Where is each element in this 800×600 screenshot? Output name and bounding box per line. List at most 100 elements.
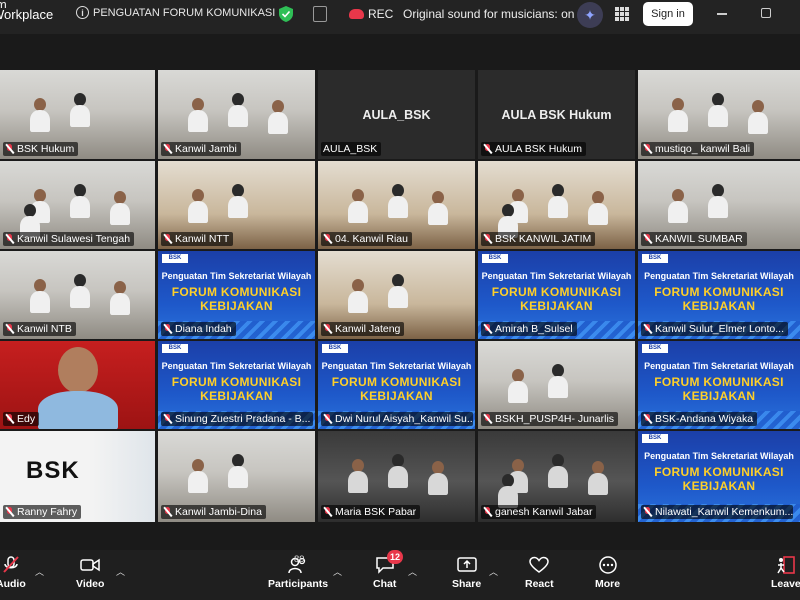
tile-center-name: AULA BSK Hukum: [501, 108, 612, 122]
person-body: [188, 471, 208, 493]
restore-icon[interactable]: [761, 8, 771, 18]
participant-tile[interactable]: AULA BSK Hukum AULA BSK Hukum: [478, 70, 635, 159]
banner-line1: Penguatan Tim Sekretariat Wilayah: [321, 361, 472, 371]
participant-tile[interactable]: Kanwil NTB: [0, 251, 155, 339]
participant-tile[interactable]: Kanwil Jateng: [318, 251, 475, 339]
participant-tile[interactable]: Kanwil Jambi-Dina: [158, 431, 315, 522]
video-options-caret[interactable]: ︿: [116, 565, 125, 578]
react-button[interactable]: React: [525, 556, 554, 590]
person-body: [548, 466, 568, 488]
banner-line2: FORUM KOMUNIKASI KEBIJAKAN: [171, 285, 302, 313]
share-screen-icon: [456, 557, 477, 572]
participant-tile[interactable]: ganesh Kanwil Jabar: [478, 431, 635, 522]
original-sound-status[interactable]: Original sound for musicians: on: [403, 7, 574, 21]
participant-tile[interactable]: Maria BSK Pabar: [318, 431, 475, 522]
person-body: [70, 286, 90, 308]
participant-tile[interactable]: Kanwil NTT: [158, 161, 315, 249]
participant-name-label: BSK KANWIL JATIM: [481, 232, 596, 246]
participant-name-label: Kanwil Jateng: [321, 322, 405, 336]
sign-in-button[interactable]: Sign in: [643, 2, 693, 26]
banner-line2: FORUM KOMUNIKASI KEBIJAKAN: [171, 375, 302, 403]
participant-tile[interactable]: BSK Hukum: [0, 70, 155, 159]
person-body: [348, 291, 368, 313]
audio-button[interactable]: Audio: [0, 556, 26, 590]
mic-muted-icon: [483, 507, 492, 517]
chat-unread-badge: 12: [387, 550, 404, 564]
participant-name-label: Maria BSK Pabar: [321, 505, 421, 519]
ai-companion-button[interactable]: ✦: [577, 2, 603, 28]
camera-icon: [80, 558, 100, 572]
mic-muted-icon: [5, 144, 14, 154]
participant-tile[interactable]: BSK Penguatan Tim Sekretariat Wilayah FORU…: [638, 431, 800, 522]
minimize-icon[interactable]: [717, 13, 727, 15]
participant-tile[interactable]: BSK Penguatan Tim Sekretariat Wilayah FORU…: [638, 341, 800, 429]
more-button[interactable]: More: [595, 556, 620, 590]
participant-name: Kanwil Sulut_Elmer Lonto...: [655, 323, 784, 335]
participant-tile[interactable]: BSK Penguatan Tim Sekretariat Wilayah FORU…: [318, 341, 475, 429]
more-icon: [598, 556, 617, 574]
mic-muted-icon: [163, 414, 172, 424]
participant-name-label: mustiqo_ kanwil Bali: [641, 142, 755, 156]
mic-muted-icon: [483, 234, 492, 244]
participant-tile[interactable]: BSK Penguatan Tim Sekretariat Wilayah FORU…: [478, 251, 635, 339]
banner-line1: Penguatan Tim Sekretariat Wilayah: [161, 361, 312, 371]
bsk-logo: BSK: [642, 344, 668, 353]
person-body: [548, 196, 568, 218]
video-button[interactable]: Video: [76, 556, 104, 590]
mic-muted-icon: [5, 234, 14, 244]
share-button[interactable]: Share: [452, 556, 481, 590]
participant-tile[interactable]: BSKH_PUSP4H- Junarlis: [478, 341, 635, 429]
leave-button[interactable]: Leave: [771, 556, 800, 590]
participant-tile[interactable]: Kanwil Sulawesi Tengah: [0, 161, 155, 249]
participant-name-label: BSK Hukum: [3, 142, 79, 156]
participant-tile[interactable]: 04. Kanwil Riau: [318, 161, 475, 249]
participant-tile[interactable]: BSK Penguatan Tim Sekretariat Wilayah FORU…: [158, 341, 315, 429]
participant-name: BSK-Andana Wiyaka: [655, 413, 754, 425]
participants-button[interactable]: 89 Participants: [268, 554, 328, 590]
person-head: [58, 347, 98, 393]
view-grid-icon[interactable]: [615, 7, 629, 21]
bsk-logo: BSK: [322, 344, 348, 353]
banner-line2: FORUM KOMUNIKASI KEBIJAKAN: [491, 285, 622, 313]
meeting-toolbar: Audio ︿ Video ︿ 89 Participants ︿ 12 Cha…: [0, 550, 800, 600]
participant-tile[interactable]: AULA_BSK AULA_BSK: [318, 70, 475, 159]
person-body: [388, 286, 408, 308]
person-body: [588, 203, 608, 225]
participant-name: BSKH_PUSP4H- Junarlis: [495, 413, 615, 425]
audio-options-caret[interactable]: ︿: [35, 565, 44, 578]
participant-tile[interactable]: KANWIL SUMBAR: [638, 161, 800, 249]
participant-name: Kanwil Sulawesi Tengah: [17, 233, 131, 245]
participants-options-caret[interactable]: ︿: [333, 565, 342, 578]
document-icon[interactable]: [313, 6, 327, 22]
participant-name-label: Sinung Zuestri Pradana - B...: [161, 412, 313, 426]
participant-tile[interactable]: BSK KANWIL JATIM: [478, 161, 635, 249]
chat-button[interactable]: 12 Chat: [373, 550, 404, 590]
chat-options-caret[interactable]: ︿: [408, 565, 417, 578]
shield-icon[interactable]: [279, 6, 293, 22]
participant-tile[interactable]: Kanwil Jambi: [158, 70, 315, 159]
person-body: [188, 110, 208, 132]
mic-muted-icon: [5, 414, 14, 424]
meeting-info[interactable]: i PENGUATAN FORUM KOMUNIKASI: [76, 6, 275, 19]
person-body: [268, 112, 288, 134]
participant-name-label: KANWIL SUMBAR: [641, 232, 747, 246]
participant-tile[interactable]: BSK Ranny Fahry: [0, 431, 155, 522]
participant-name-label: Amirah B_Sulsel: [481, 322, 577, 336]
participant-name: ganesh Kanwil Jabar: [495, 506, 593, 518]
participant-tile[interactable]: BSK Penguatan Tim Sekretariat Wilayah FORU…: [638, 251, 800, 339]
participant-name-label: Edy: [3, 412, 40, 426]
banner-line1: Penguatan Tim Sekretariat Wilayah: [644, 271, 794, 281]
participant-tile[interactable]: mustiqo_ kanwil Bali: [638, 70, 800, 159]
participant-name-label: ganesh Kanwil Jabar: [481, 505, 597, 519]
recording-indicator[interactable]: REC: [349, 7, 393, 21]
share-options-caret[interactable]: ︿: [489, 565, 498, 578]
participant-tile[interactable]: BSK Penguatan Tim Sekretariat Wilayah FORU…: [158, 251, 315, 339]
mic-muted-icon: [323, 324, 332, 334]
info-icon[interactable]: i: [76, 6, 89, 19]
banner-line2: FORUM KOMUNIKASI KEBIJAKAN: [331, 375, 462, 403]
participant-tile[interactable]: Edy: [0, 341, 155, 429]
cloud-record-icon: [349, 9, 364, 19]
banner-line1: Penguatan Tim Sekretariat Wilayah: [644, 361, 794, 371]
mic-muted-icon: [163, 507, 172, 517]
mic-muted-icon: [643, 414, 652, 424]
